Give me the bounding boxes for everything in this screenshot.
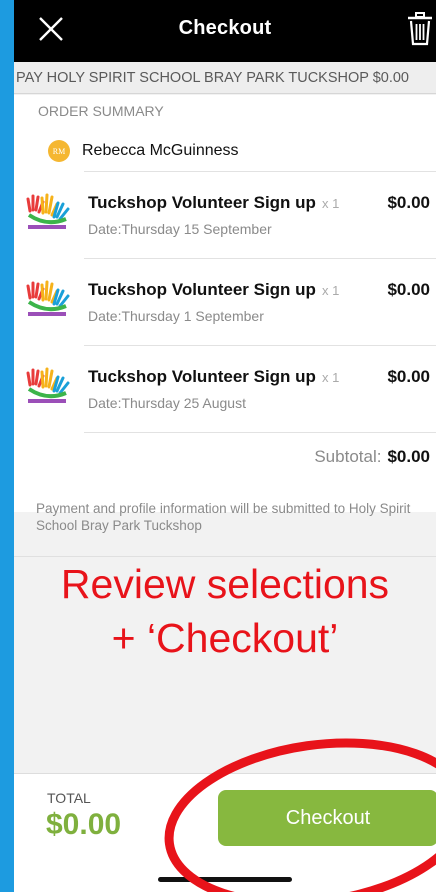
helping-hands-logo-icon xyxy=(26,280,70,316)
item-quantity: x 1 xyxy=(322,370,340,385)
item-date: Date:Thursday 25 August xyxy=(88,395,246,411)
home-indicator[interactable] xyxy=(158,877,292,882)
page-title: Checkout xyxy=(178,17,272,39)
trash-icon[interactable] xyxy=(406,11,434,47)
subtotal-value: $0.00 xyxy=(387,447,430,466)
checkout-button[interactable]: Checkout xyxy=(218,790,436,846)
item-date: Date:Thursday 1 September xyxy=(88,308,264,324)
phone-screen: Checkout PAY HOLY SPIRIT SCHOOL BRAY PAR… xyxy=(14,0,436,892)
list-item[interactable]: Tuckshop Volunteer Sign up Date:Thursday… xyxy=(14,183,436,273)
divider xyxy=(84,432,436,433)
pay-banner: PAY HOLY SPIRIT SCHOOL BRAY PARK TUCKSHO… xyxy=(14,62,436,94)
total-label: TOTAL xyxy=(47,790,91,806)
item-price: $0.00 xyxy=(387,280,430,299)
divider xyxy=(84,345,436,346)
header-bar: Checkout xyxy=(14,0,436,62)
list-item[interactable]: Tuckshop Volunteer Sign up Date:Thursday… xyxy=(14,270,436,360)
submission-notice: Payment and profile information will be … xyxy=(36,501,411,533)
divider xyxy=(84,171,436,172)
item-quantity: x 1 xyxy=(322,283,340,298)
subtotal-row: Subtotal: $0.00 xyxy=(314,447,430,467)
footer-bar: TOTAL $0.00 Checkout xyxy=(14,773,436,892)
helping-hands-logo-icon xyxy=(26,193,70,229)
list-item[interactable]: Tuckshop Volunteer Sign up Date:Thursday… xyxy=(14,357,436,447)
order-summary: ORDER SUMMARY RM Rebecca McGuinness Tuck… xyxy=(14,95,436,512)
avatar: RM xyxy=(48,140,70,162)
total-value: $0.00 xyxy=(46,808,122,841)
item-price: $0.00 xyxy=(387,367,430,386)
customer-row: RM Rebecca McGuinness xyxy=(48,139,239,163)
divider xyxy=(14,556,436,557)
subtotal-label: Subtotal: xyxy=(314,447,382,466)
item-name: Tuckshop Volunteer Sign up xyxy=(88,367,316,386)
customer-name: Rebecca McGuinness xyxy=(82,142,239,159)
annotation-text-line-2: + ‘Checkout’ xyxy=(111,615,339,661)
item-date: Date:Thursday 15 September xyxy=(88,221,272,237)
order-summary-label: ORDER SUMMARY xyxy=(38,103,164,119)
item-price: $0.00 xyxy=(387,193,430,212)
item-name: Tuckshop Volunteer Sign up xyxy=(88,280,316,299)
annotation-text-line-1: Review selections xyxy=(60,561,390,607)
helping-hands-logo-icon xyxy=(26,367,70,403)
divider xyxy=(84,258,436,259)
item-name: Tuckshop Volunteer Sign up xyxy=(88,193,316,212)
item-quantity: x 1 xyxy=(322,196,340,211)
